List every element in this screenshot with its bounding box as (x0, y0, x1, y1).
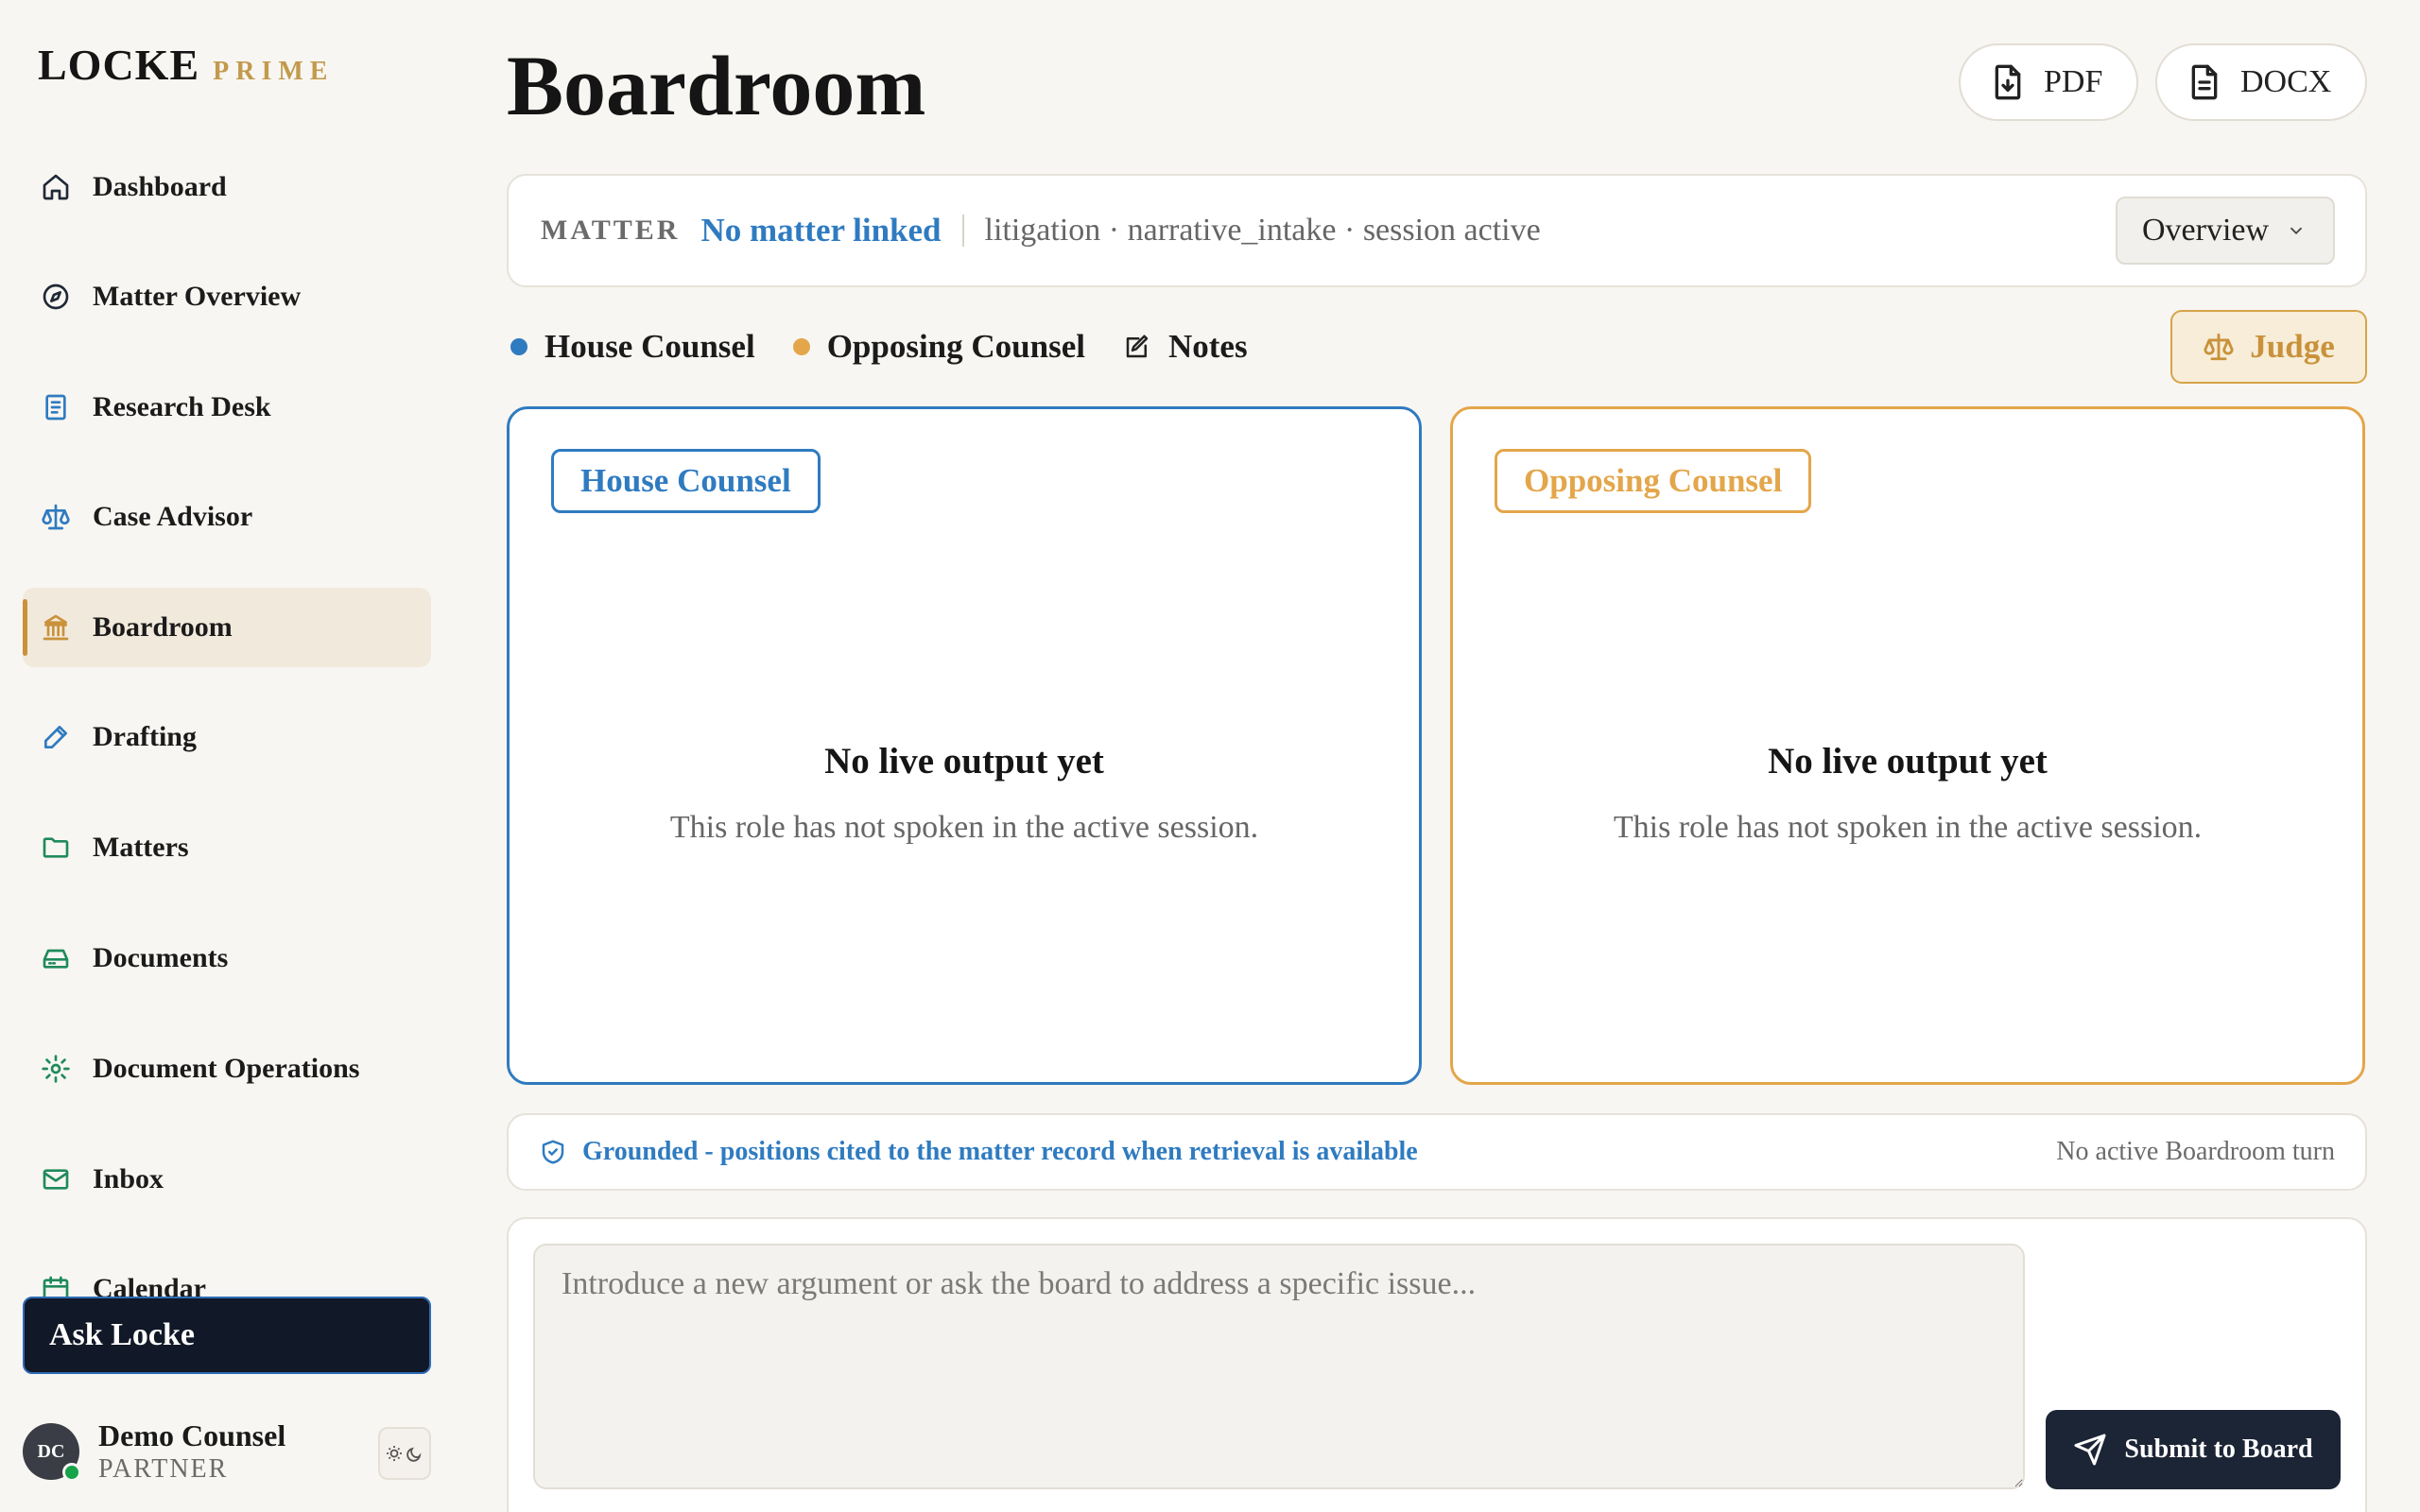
sidebar-item-matter-overview[interactable]: Matter Overview (23, 257, 431, 336)
pen-icon (40, 721, 72, 753)
book-icon (40, 391, 72, 423)
submit-label: Submit to Board (2124, 1435, 2313, 1464)
sidebar-item-matters[interactable]: Matters (23, 808, 431, 887)
turn-status: No active Boardroom turn (2056, 1137, 2335, 1166)
avatar: DC (23, 1423, 81, 1482)
sidebar-item-label: Documents (93, 942, 229, 973)
legend-label: House Counsel (544, 328, 755, 365)
calendar-icon (40, 1273, 72, 1297)
empty-state-text: This role has not spoken in the active s… (1613, 810, 2203, 845)
file-text-icon (2191, 64, 2218, 100)
scale-icon (40, 501, 72, 533)
panel-tag: Opposing Counsel (1495, 449, 1812, 513)
submit-to-board-button[interactable]: Submit to Board (2046, 1410, 2341, 1489)
view-select[interactable]: Overview (2116, 197, 2335, 265)
sidebar-item-research-desk[interactable]: Research Desk (23, 368, 431, 447)
sun-moon-icon (387, 1446, 422, 1462)
drive-icon (40, 942, 72, 974)
avatar-initials: DC (37, 1440, 65, 1462)
gear-icon (40, 1053, 72, 1085)
online-status-dot (62, 1463, 81, 1482)
sidebar-item-label: Case Advisor (93, 501, 253, 532)
sidebar-item-label: Research Desk (93, 391, 271, 422)
notes-toggle[interactable]: Notes (1123, 328, 1248, 366)
mail-icon (40, 1163, 72, 1195)
legend-label: Opposing Counsel (826, 328, 1085, 365)
judge-label: Judge (2250, 328, 2335, 365)
shield-check-icon (542, 1140, 564, 1164)
scale-icon (2204, 333, 2234, 361)
user-name: Demo Counsel (98, 1418, 286, 1452)
sidebar-item-drafting[interactable]: Drafting (23, 697, 431, 777)
sidebar: LOCKE PRIME Dashboard Matter Overview Re… (0, 0, 454, 1512)
sidebar-item-calendar[interactable]: Calendar (23, 1249, 431, 1297)
user-role: PARTNER (98, 1454, 229, 1484)
sidebar-item-label: Matters (93, 832, 189, 863)
judge-button[interactable]: Judge (2170, 310, 2367, 384)
sidebar-item-documents[interactable]: Documents (23, 919, 431, 998)
matter-bar: MATTER No matter linked litigation · nar… (507, 174, 2367, 287)
sidebar-item-label: Boardroom (93, 611, 233, 643)
argument-input[interactable] (533, 1244, 2025, 1489)
sidebar-item-dashboard[interactable]: Dashboard (23, 147, 431, 227)
ask-locke-button[interactable]: Ask Locke (23, 1297, 431, 1374)
empty-state-text: This role has not spoken in the active s… (669, 810, 1259, 845)
export-pdf-button[interactable]: PDF (1959, 43, 2138, 121)
sidebar-item-case-advisor[interactable]: Case Advisor (23, 477, 431, 557)
user-profile[interactable]: DC Demo Counsel PARTNER (23, 1414, 431, 1489)
sidebar-item-label: Calendar (93, 1273, 206, 1297)
compose-panel: Submit to Board (507, 1217, 2367, 1512)
sidebar-item-boardroom[interactable]: Boardroom (23, 588, 431, 667)
app-root: LOCKE PRIME Dashboard Matter Overview Re… (0, 0, 2420, 1512)
house-counsel-panel: House Counsel No live output yet This ro… (507, 406, 1422, 1085)
chevron-down-icon (2290, 227, 2303, 235)
edit-note-icon (1126, 335, 1149, 358)
sidebar-item-inbox[interactable]: Inbox (23, 1140, 431, 1219)
home-icon (40, 171, 72, 203)
export-docx-button[interactable]: DOCX (2155, 43, 2367, 121)
opposing-counsel-panel: Opposing Counsel No live output yet This… (1450, 406, 2365, 1085)
legend-opposing-counsel[interactable]: Opposing Counsel (792, 328, 1085, 366)
page-title: Boardroom (507, 40, 926, 133)
sidebar-item-label: Document Operations (93, 1053, 360, 1084)
sidebar-item-label: Dashboard (93, 171, 227, 202)
sidebar-item-document-operations[interactable]: Document Operations (23, 1029, 431, 1108)
compass-icon (40, 281, 72, 313)
matter-label: MATTER (541, 215, 681, 246)
divider (961, 215, 964, 247)
grounded-status-bar: Grounded - positions cited to the matter… (507, 1113, 2367, 1191)
view-select-value: Overview (2142, 213, 2270, 248)
legend-label: Notes (1168, 328, 1248, 365)
matter-link[interactable]: No matter linked (700, 212, 941, 249)
empty-state-title: No live output yet (824, 741, 1104, 782)
sidebar-nav-viewport: Dashboard Matter Overview Research Desk (0, 0, 454, 1297)
panel-tag: House Counsel (551, 449, 821, 513)
file-download-icon (1995, 64, 2021, 100)
sidebar-item-label: Inbox (93, 1163, 164, 1194)
opposing-dot (792, 338, 810, 355)
grounded-text: Grounded - positions cited to the matter… (582, 1137, 1418, 1166)
export-pdf-label: PDF (2044, 64, 2103, 99)
theme-toggle-button[interactable] (378, 1427, 431, 1480)
empty-state-title: No live output yet (1768, 741, 2048, 782)
sidebar-item-label: Drafting (93, 721, 197, 752)
matter-meta: litigation · narrative_intake · session … (984, 213, 1541, 248)
folder-icon (40, 832, 72, 864)
send-icon (2074, 1434, 2106, 1466)
house-dot (510, 338, 527, 355)
export-docx-label: DOCX (2240, 64, 2332, 99)
landmark-icon (40, 611, 72, 644)
legend-house-counsel[interactable]: House Counsel (510, 328, 755, 366)
sidebar-item-label: Matter Overview (93, 281, 302, 312)
role-legend: House Counsel Opposing Counsel Notes (510, 321, 1286, 372)
